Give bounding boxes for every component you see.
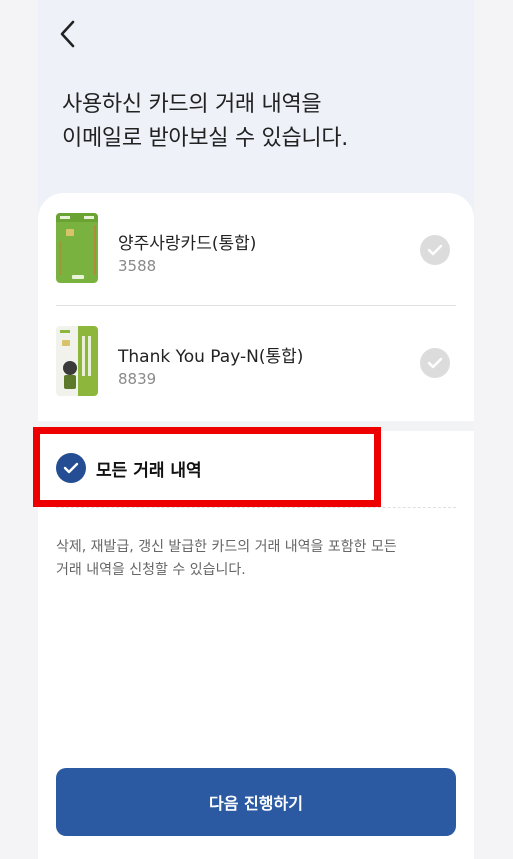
card-name: 양주사랑카드(통합) bbox=[118, 234, 257, 254]
card-number: 8839 bbox=[118, 370, 157, 388]
check-icon bbox=[427, 244, 443, 256]
card-number: 3588 bbox=[118, 257, 157, 275]
section-gap bbox=[38, 421, 474, 431]
card-image-thankyoupay bbox=[56, 326, 98, 396]
card-divider bbox=[56, 305, 456, 306]
card-image-yangju bbox=[56, 213, 98, 283]
back-button[interactable] bbox=[52, 18, 82, 50]
card-item-1[interactable]: 양주사랑카드(통합) 3588 bbox=[56, 213, 456, 293]
app-screen: 사용하신 카드의 거래 내역을 이메일로 받아보실 수 있습니다. 양주사랑카드… bbox=[38, 0, 474, 859]
description-line-2: 거래 내역을 신청할 수 있습니다. bbox=[56, 562, 246, 578]
card-check-toggle[interactable] bbox=[420, 235, 450, 265]
all-history-checkbox[interactable]: 모든 거래 내역 bbox=[56, 450, 202, 486]
right-margin bbox=[474, 0, 513, 859]
check-circle-icon bbox=[56, 453, 86, 483]
check-icon bbox=[63, 462, 79, 474]
left-margin bbox=[0, 0, 38, 859]
description-line-1: 삭제, 재발급, 갱신 발급한 카드의 거래 내역을 포함한 모든 bbox=[56, 539, 397, 555]
card-list: 양주사랑카드(통합) 3588 Thank You Pay-N(통합) 8839 bbox=[38, 193, 474, 421]
card-name: Thank You Pay-N(통합) bbox=[118, 347, 304, 367]
header-area: 사용하신 카드의 거래 내역을 이메일로 받아보실 수 있습니다. bbox=[38, 0, 474, 225]
card-item-2[interactable]: Thank You Pay-N(통합) 8839 bbox=[56, 326, 456, 406]
dashed-divider bbox=[56, 507, 456, 508]
title-line-2: 이메일로 받아보실 수 있습니다. bbox=[62, 126, 348, 151]
chevron-left-icon bbox=[60, 20, 75, 48]
title-line-1: 사용하신 카드의 거래 내역을 bbox=[62, 92, 322, 117]
all-history-label: 모든 거래 내역 bbox=[96, 460, 202, 481]
next-step-button[interactable]: 다음 진행하기 bbox=[56, 768, 456, 836]
page-title: 사용하신 카드의 거래 내역을 이메일로 받아보실 수 있습니다. bbox=[62, 88, 462, 156]
check-icon bbox=[427, 357, 443, 369]
all-history-description: 삭제, 재발급, 갱신 발급한 카드의 거래 내역을 포함한 모든 거래 내역을… bbox=[56, 536, 456, 582]
card-check-toggle[interactable] bbox=[420, 348, 450, 378]
